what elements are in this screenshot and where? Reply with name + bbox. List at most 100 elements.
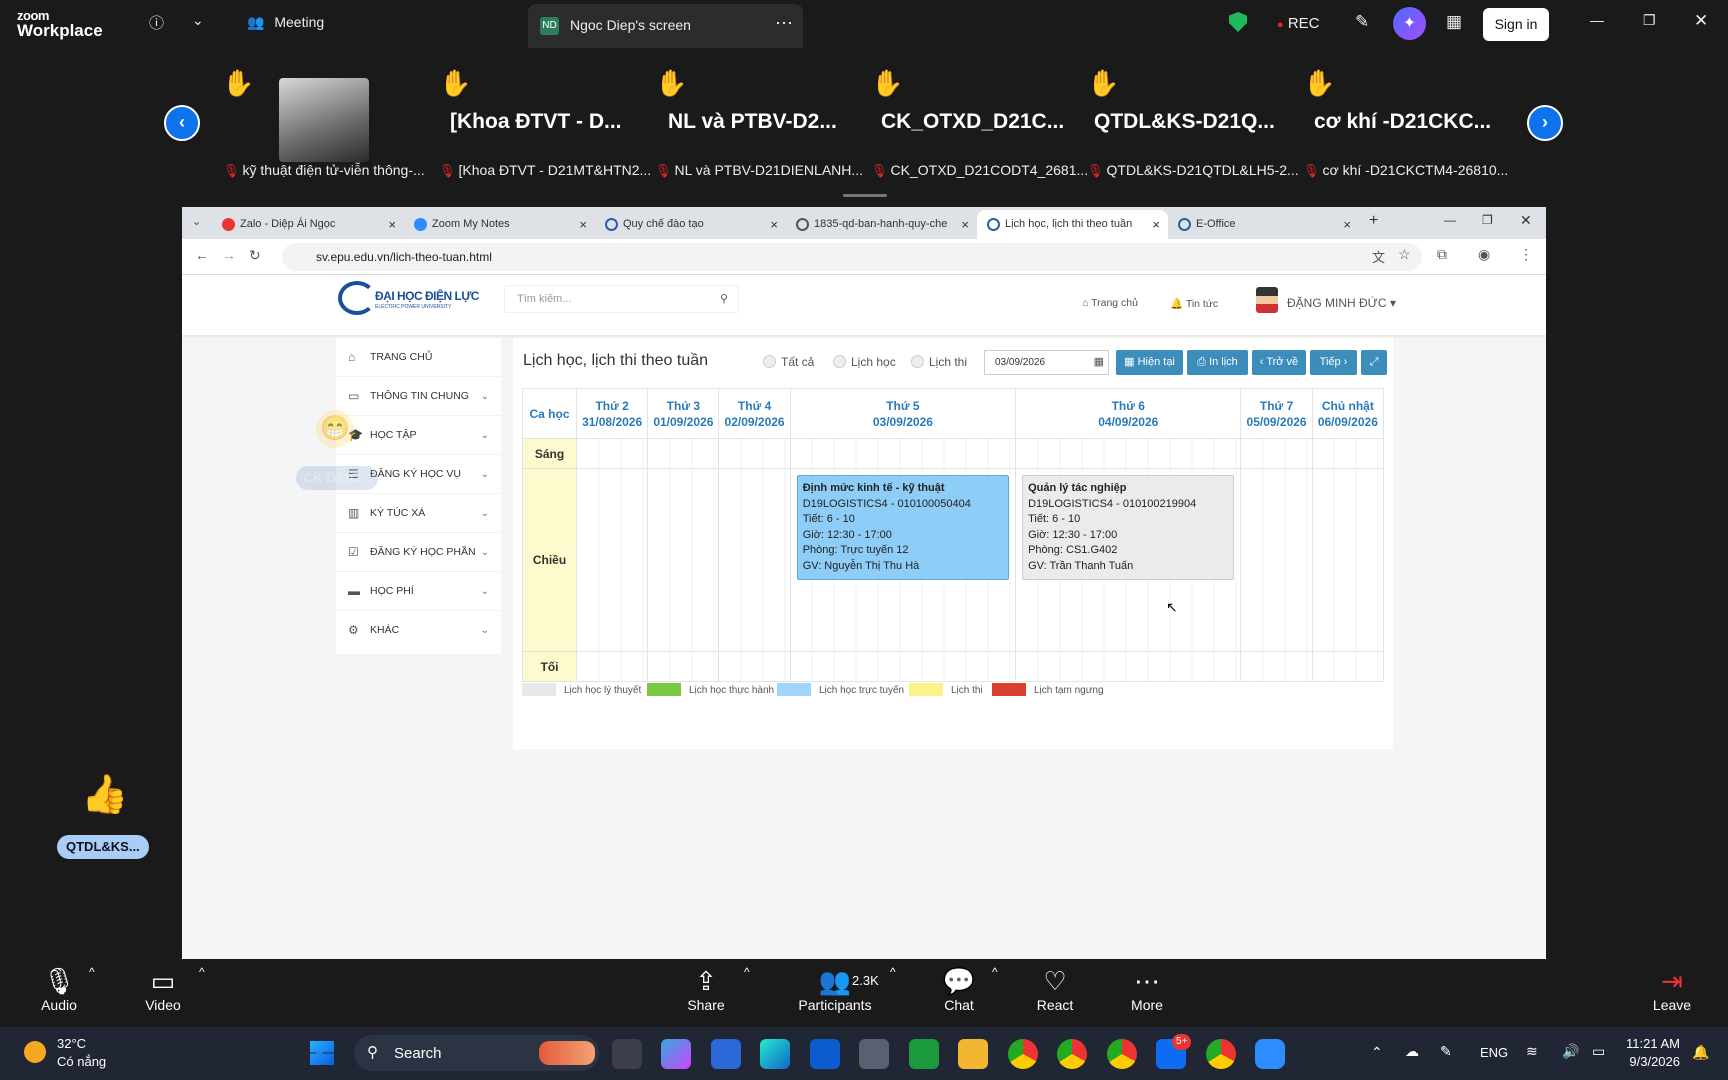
zoom-app-icon[interactable] — [1255, 1039, 1285, 1069]
chrome-icon[interactable] — [1107, 1039, 1137, 1069]
browser-tab-active[interactable]: Lịch học, lịch thi theo tuần × — [977, 210, 1168, 239]
more-options-icon[interactable]: ⋯ — [775, 13, 793, 34]
audio-options-caret[interactable]: ^ — [89, 965, 95, 979]
filter-study-radio[interactable]: Lịch học — [833, 355, 896, 369]
nav-home-link[interactable]: ⌂ Trang chủ — [1082, 297, 1138, 309]
store-icon[interactable] — [711, 1039, 741, 1069]
weather-sun-icon[interactable] — [24, 1041, 46, 1063]
close-tab-icon[interactable]: × — [388, 210, 396, 239]
resize-handle[interactable] — [843, 194, 887, 197]
browser-tab[interactable]: Zoom My Notes × — [404, 210, 595, 239]
user-menu[interactable]: ĐẶNG MINH ĐỨC ▾ — [1287, 296, 1396, 310]
menu-item-home[interactable]: ⌂ TRANG CHỦ — [336, 338, 501, 377]
site-search-input[interactable]: Tìm kiếm... ⚲ — [504, 285, 739, 313]
profile-icon[interactable]: ◉ — [1478, 246, 1490, 263]
app-icon[interactable] — [810, 1039, 840, 1069]
browser-tab[interactable]: Quy chế đào tạo × — [595, 210, 786, 239]
close-tab-icon[interactable]: × — [1343, 210, 1351, 239]
schedule-event[interactable]: Quản lý tác nghiệp D19LOGISTICS4 - 01010… — [1022, 475, 1235, 580]
browser-minimize-icon[interactable]: — — [1444, 213, 1456, 227]
participant-video[interactable] — [279, 78, 369, 162]
browser-close-icon[interactable]: ✕ — [1520, 212, 1532, 229]
epu-logo-icon[interactable] — [338, 281, 376, 315]
menu-item-other[interactable]: ⚙ KHÁC ⌄ — [336, 611, 501, 650]
bookmark-star-icon[interactable]: ☆ — [1398, 246, 1411, 263]
edit-wand-icon[interactable]: ✎ — [1355, 12, 1369, 32]
leave-button[interactable]: ⇥ Leave — [1627, 959, 1717, 1013]
security-shield-icon[interactable] — [1229, 12, 1247, 32]
minimize-icon[interactable]: — — [1590, 12, 1604, 28]
browser-restore-icon[interactable]: ❐ — [1482, 213, 1493, 227]
filter-all-radio[interactable]: Tất cả — [763, 355, 814, 369]
pen-icon[interactable]: ✎ — [1440, 1043, 1452, 1060]
copilot-icon[interactable] — [661, 1039, 691, 1069]
new-tab-icon[interactable]: + — [1369, 212, 1378, 230]
share-button[interactable]: ⇪ Share — [661, 959, 751, 1013]
browser-tab[interactable]: Zalo - Diệp Ái Ngọc × — [212, 210, 404, 239]
chrome-icon[interactable] — [1008, 1039, 1038, 1069]
next-week-button[interactable]: Tiếp › — [1310, 350, 1357, 375]
chat-button[interactable]: 💬 Chat — [914, 959, 1004, 1013]
browser-menu-icon[interactable]: ⋮ — [1519, 246, 1533, 263]
share-options-caret[interactable]: ^ — [744, 965, 750, 979]
nav-news-link[interactable]: 🔔 Tin tức — [1170, 297, 1218, 310]
app-icon[interactable] — [859, 1039, 889, 1069]
tab-search-icon[interactable]: ⌄ — [192, 215, 201, 228]
notification-bell-icon[interactable]: 🔔 — [1692, 1044, 1709, 1061]
video-options-caret[interactable]: ^ — [199, 965, 205, 979]
battery-icon[interactable]: ▭ — [1592, 1043, 1605, 1060]
browser-tab[interactable]: 1835-qd-ban-hanh-quy-che × — [786, 210, 977, 239]
cloud-icon[interactable]: ☁ — [1405, 1043, 1419, 1060]
edge-icon[interactable] — [760, 1039, 790, 1069]
close-tab-icon[interactable]: × — [770, 210, 778, 239]
close-tab-icon[interactable]: × — [961, 210, 969, 239]
reload-icon[interactable]: ↻ — [249, 247, 261, 264]
meeting-button[interactable]: 👥 Meeting — [247, 14, 324, 31]
close-tab-icon[interactable]: × — [579, 210, 587, 239]
menu-item-dormitory[interactable]: ▥ KÝ TÚC XÁ ⌄ — [336, 494, 501, 533]
chevron-down-icon[interactable]: ⌄ — [192, 12, 204, 29]
gallery-next-button[interactable]: › — [1527, 105, 1563, 141]
chrome-icon[interactable] — [1206, 1039, 1236, 1069]
close-tab-icon[interactable]: × — [1152, 210, 1160, 239]
calendar-icon[interactable]: ▦ — [1094, 351, 1104, 374]
forward-icon[interactable]: → — [222, 247, 236, 263]
url-input[interactable]: sv.epu.edu.vn/lich-theo-tuan.html — [282, 243, 1422, 271]
windows-start-icon[interactable] — [310, 1041, 334, 1065]
search-icon[interactable]: ⚲ — [720, 286, 728, 312]
chrome-icon[interactable] — [1057, 1039, 1087, 1069]
schedule-event[interactable]: Định mức kinh tế - kỹ thuật D19LOGISTICS… — [796, 475, 1010, 580]
participants-options-caret[interactable]: ^ — [890, 965, 896, 979]
excel-icon[interactable] — [909, 1039, 939, 1069]
avatar[interactable] — [1256, 287, 1278, 313]
file-explorer-icon[interactable] — [958, 1039, 988, 1069]
ai-companion-icon[interactable]: ✦ — [1393, 7, 1426, 40]
translate-icon[interactable]: 文 — [1372, 247, 1385, 266]
chevron-up-icon[interactable]: ⌃ — [1371, 1044, 1383, 1061]
volume-icon[interactable]: 🔊 — [1562, 1043, 1579, 1060]
language-indicator[interactable]: ENG — [1480, 1045, 1508, 1060]
menu-item-general-info[interactable]: ▭ THÔNG TIN CHUNG ⌄ — [336, 377, 501, 416]
print-button[interactable]: ⎙ In lịch — [1187, 350, 1248, 375]
taskbar-search-box[interactable]: ⚲ Search — [354, 1035, 599, 1071]
chat-options-caret[interactable]: ^ — [992, 965, 998, 979]
close-icon[interactable]: ✕ — [1694, 11, 1708, 31]
clock-time[interactable]: 11:21 AM — [1622, 1036, 1680, 1051]
extensions-icon[interactable]: ⧉ — [1437, 246, 1447, 263]
clock-date[interactable]: 9/3/2026 — [1622, 1054, 1680, 1069]
date-input[interactable]: 03/09/2026 ▦ — [984, 350, 1109, 375]
menu-item-tuition[interactable]: ▬ HỌC PHÍ ⌄ — [336, 572, 501, 611]
restore-icon[interactable]: ❐ — [1643, 12, 1656, 29]
apps-grid-icon[interactable]: ▦ — [1446, 12, 1462, 32]
menu-item-course-register[interactable]: ☑ ĐĂNG KÝ HỌC PHẦN ⌄ — [336, 533, 501, 572]
recording-indicator[interactable]: ● REC — [1277, 15, 1320, 32]
react-button[interactable]: ♡ React — [1010, 959, 1100, 1013]
wifi-icon[interactable]: ≋ — [1526, 1043, 1538, 1060]
filter-exam-radio[interactable]: Lịch thi — [911, 355, 967, 369]
fullscreen-button[interactable]: ⤢ — [1361, 350, 1387, 375]
menu-item-study[interactable]: 🎓 HỌC TẬP ⌄ — [336, 416, 501, 455]
prev-week-button[interactable]: ‹ Trở về — [1252, 350, 1306, 375]
info-icon[interactable]: ⓘ — [149, 12, 164, 33]
browser-tab[interactable]: E-Office × — [1168, 210, 1359, 239]
more-button[interactable]: ⋯ More — [1102, 959, 1192, 1013]
